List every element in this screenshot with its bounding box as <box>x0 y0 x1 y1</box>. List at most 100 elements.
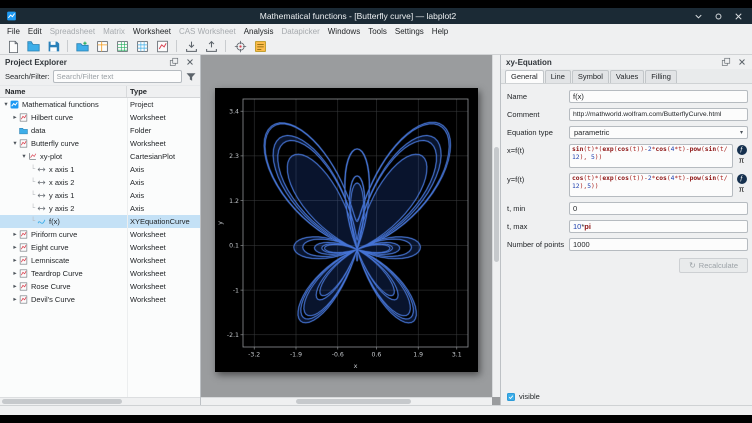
expand-arrow-icon[interactable]: ▾ <box>2 98 10 111</box>
tree-row-rose-curve[interactable]: ▸Rose CurveWorksheet <box>0 280 200 293</box>
comment-input[interactable] <box>569 108 748 121</box>
toolbar-separator <box>225 40 226 52</box>
new-matrix-button[interactable] <box>133 39 151 54</box>
column-header-type[interactable]: Type <box>127 87 200 96</box>
curve-icon <box>37 217 47 226</box>
name-input[interactable] <box>569 90 748 103</box>
tab-general[interactable]: General <box>505 70 544 83</box>
menu-datapicker[interactable]: Datapicker <box>278 27 324 36</box>
menu-tools[interactable]: Tools <box>364 27 391 36</box>
constants-pi-button[interactable]: π <box>739 157 745 165</box>
tree-row-x-axis-2[interactable]: └x axis 2Axis <box>0 176 200 189</box>
tree-row-eight-curve[interactable]: ▸Eight curveWorksheet <box>0 241 200 254</box>
minimize-button[interactable] <box>693 11 704 22</box>
collapse-arrow-icon[interactable]: ▸ <box>11 228 19 241</box>
new-spreadsheet-button[interactable] <box>113 39 131 54</box>
tree-row-butterfly-curve[interactable]: ▾Butterfly curveWorksheet <box>0 137 200 150</box>
functions-button[interactable]: ƒ <box>737 174 747 184</box>
menu-cas-worksheet[interactable]: CAS Worksheet <box>175 27 240 36</box>
tree-row-xy-plot[interactable]: ▾xy-plotCartesianPlot <box>0 150 200 163</box>
worksheet-page[interactable]: -3.2-1.9-0.60.61.93.13.42.31.20.1-1-2.1x… <box>215 88 478 372</box>
collapse-arrow-icon[interactable]: ▸ <box>11 111 19 124</box>
collapse-arrow-icon[interactable]: ▸ <box>11 254 19 267</box>
new-datapicker-button[interactable] <box>231 39 249 54</box>
collapse-arrow-icon[interactable]: ▸ <box>11 241 19 254</box>
new-folder-button[interactable] <box>73 39 91 54</box>
y-equation-input[interactable]: cos(t)*(exp(cos(t))-2*cos(4*t)-pow(sin(t… <box>569 173 733 197</box>
maximize-button[interactable] <box>713 11 724 22</box>
worksheet-vscrollbar[interactable] <box>492 55 500 397</box>
scrollbar-thumb[interactable] <box>2 399 122 404</box>
collapse-arrow-icon[interactable]: ▸ <box>11 293 19 306</box>
tab-symbol[interactable]: Symbol <box>572 70 609 83</box>
tree-row-y-axis-1[interactable]: └y axis 1Axis <box>0 189 200 202</box>
float-panel-icon[interactable] <box>169 57 179 67</box>
tree-branch: └ <box>29 189 37 202</box>
column-header-name[interactable]: Name <box>0 86 127 97</box>
menu-spreadsheet[interactable]: Spreadsheet <box>46 27 99 36</box>
constants-pi-button[interactable]: π <box>739 186 745 194</box>
project-tree: ▾Mathematical functionsProject▸Hilbert c… <box>0 98 200 397</box>
visible-checkbox[interactable] <box>507 393 515 401</box>
tree-row-piriform-curve[interactable]: ▸Piriform curveWorksheet <box>0 228 200 241</box>
menu-worksheet[interactable]: Worksheet <box>129 27 175 36</box>
equation-type-select[interactable]: parametric ▾ <box>569 126 748 139</box>
points-input[interactable] <box>569 238 748 251</box>
open-folder-button[interactable] <box>24 39 42 54</box>
scrollbar-thumb[interactable] <box>494 147 499 262</box>
titlebar[interactable]: Mathematical functions - [Butterfly curv… <box>0 8 752 24</box>
collapse-arrow-icon[interactable]: ▸ <box>11 280 19 293</box>
menu-help[interactable]: Help <box>428 27 452 36</box>
collapse-arrow-icon[interactable]: ▸ <box>11 267 19 280</box>
visible-row: visible <box>501 388 752 405</box>
new-notes-button[interactable] <box>251 39 269 54</box>
menu-file[interactable]: File <box>3 27 24 36</box>
worksheet-hscrollbar[interactable] <box>201 397 492 405</box>
menu-edit[interactable]: Edit <box>24 27 46 36</box>
tab-line[interactable]: Line <box>545 70 571 83</box>
new-document-button[interactable] <box>4 39 22 54</box>
x-equation-input[interactable]: sin(t)*(exp(cos(t))-2*cos(4*t)-pow(sin(t… <box>569 144 733 168</box>
import-data-button[interactable] <box>182 39 200 54</box>
tree-row-teardrop-curve[interactable]: ▸Teardrop CurveWorksheet <box>0 267 200 280</box>
t-min-input[interactable] <box>569 202 748 215</box>
functions-button[interactable]: ƒ <box>737 145 747 155</box>
tree-row-y-axis-2[interactable]: └y axis 2Axis <box>0 202 200 215</box>
menu-analysis[interactable]: Analysis <box>240 27 278 36</box>
float-panel-icon[interactable] <box>721 57 731 67</box>
search-filter-input[interactable] <box>53 70 182 83</box>
toolbar <box>0 38 752 55</box>
tab-values[interactable]: Values <box>610 70 644 83</box>
expand-arrow-icon[interactable]: ▾ <box>11 137 19 150</box>
export-data-button[interactable] <box>202 39 220 54</box>
save-document-button[interactable] <box>44 39 62 54</box>
tree-item-type: Axis <box>127 204 200 213</box>
tree-row-x-axis-1[interactable]: └x axis 1Axis <box>0 163 200 176</box>
save-document-icon <box>47 40 60 53</box>
close-button[interactable] <box>733 11 744 22</box>
tree-row-hilbert-curve[interactable]: ▸Hilbert curveWorksheet <box>0 111 200 124</box>
new-workbook-button[interactable] <box>93 39 111 54</box>
close-panel-icon[interactable] <box>185 57 195 67</box>
worksheet-icon <box>19 269 29 278</box>
menu-matrix[interactable]: Matrix <box>99 27 129 36</box>
equation-buttons: ƒ π <box>735 144 748 168</box>
new-worksheet-button[interactable] <box>153 39 171 54</box>
tree-row-mathematical-functions[interactable]: ▾Mathematical functionsProject <box>0 98 200 111</box>
tree-row-lemniscate[interactable]: ▸LemniscateWorksheet <box>0 254 200 267</box>
tree-row-devil-s-curve[interactable]: ▸Devil's CurveWorksheet <box>0 293 200 306</box>
scrollbar-thumb[interactable] <box>296 399 411 404</box>
axis-icon <box>37 191 47 200</box>
menu-windows[interactable]: Windows <box>324 27 364 36</box>
filter-options-icon[interactable] <box>185 71 197 83</box>
t-max-input[interactable]: 10*pi <box>569 220 748 233</box>
expand-arrow-icon[interactable]: ▾ <box>20 150 28 163</box>
menu-settings[interactable]: Settings <box>391 27 428 36</box>
new-spreadsheet-icon <box>116 40 129 53</box>
tree-row-data[interactable]: dataFolder <box>0 124 200 137</box>
close-panel-icon[interactable] <box>737 57 747 67</box>
tree-row-f-x-[interactable]: └f(x)XYEquationCurve <box>0 215 200 228</box>
explorer-hscrollbar[interactable] <box>0 397 200 405</box>
tab-filling[interactable]: Filling <box>645 70 677 83</box>
recalculate-button[interactable]: ↻ Recalculate <box>679 258 748 273</box>
